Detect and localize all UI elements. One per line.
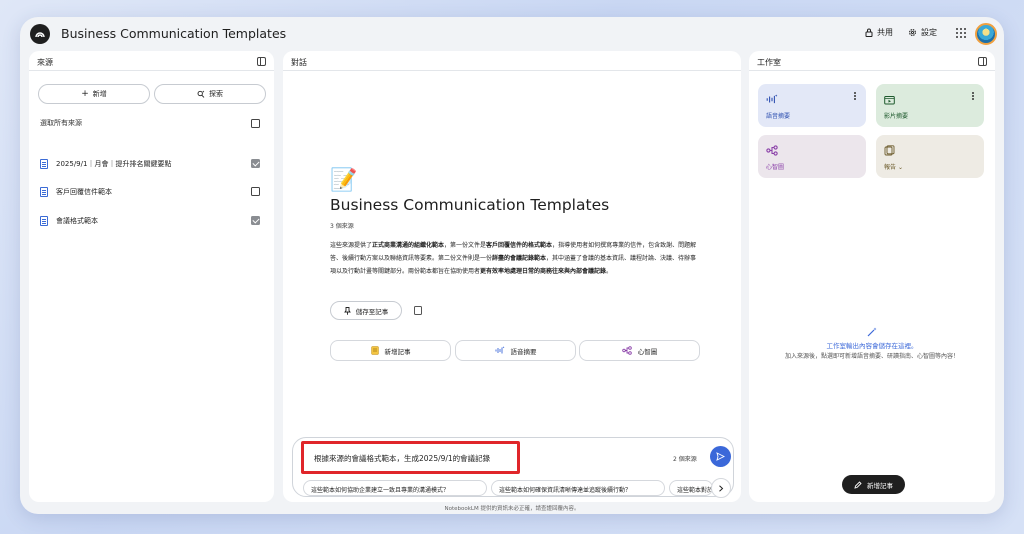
more-options-icon[interactable]	[854, 92, 856, 94]
notebook-summary: 這些來源提供了正式商業溝通的組織化範本，第一份文件是客戶回覆信件的格式範本，指導…	[330, 242, 697, 275]
chat-title: 對話	[291, 58, 307, 67]
source-label: 2025/9/1｜月會｜提升排名關鍵要點	[56, 160, 172, 168]
action-label: 語音摘要	[510, 347, 537, 356]
chat-input-box: 根據來源的會議格式範本，生成2025/9/1的會議記錄 2 個來源 這些範本如何…	[292, 437, 734, 498]
query-input[interactable]: 根據來源的會議格式範本，生成2025/9/1的會議記錄	[301, 441, 520, 474]
copy-icon[interactable]	[414, 306, 422, 315]
save-note-label: 儲存至記事	[355, 307, 389, 316]
source-count: 3 個來源	[330, 223, 354, 230]
next-suggestions-button[interactable]	[711, 478, 731, 498]
search-sparkle-icon	[197, 90, 205, 98]
document-icon	[40, 187, 48, 197]
discover-sources-button[interactable]: 探索	[154, 84, 266, 104]
source-checkbox[interactable]	[251, 216, 260, 225]
select-all-checkbox[interactable]	[251, 119, 260, 128]
notebook-heading: Business Communication Templates	[330, 196, 610, 214]
save-to-note-button[interactable]: 儲存至記事	[330, 301, 402, 320]
add-note-action-button[interactable]: 新增記事	[330, 340, 451, 361]
send-button[interactable]	[710, 446, 731, 467]
audio-wave-icon	[495, 346, 504, 354]
source-item[interactable]: 客戶回覆信件範本	[40, 186, 112, 198]
tile-label: 心智圖	[766, 164, 785, 171]
more-options-icon[interactable]	[972, 92, 974, 94]
top-bar: Business Communication Templates 共用 設定	[20, 17, 1004, 51]
source-label: 客戶回覆信件範本	[56, 188, 112, 196]
plus-icon: +	[81, 89, 89, 99]
document-icon	[40, 159, 48, 169]
share-button[interactable]: 共用	[865, 27, 893, 38]
audio-overview-tile[interactable]: 語音摘要	[758, 84, 866, 127]
settings-button[interactable]: 設定	[908, 27, 937, 38]
source-item[interactable]: 會議格式範本	[40, 215, 98, 227]
chat-panel: 對話 📝 Business Communication Templates 3 …	[283, 51, 741, 502]
magic-wand-icon	[867, 327, 877, 337]
notebook-title[interactable]: Business Communication Templates	[61, 26, 286, 41]
studio-panel: 工作室 語音摘要 影片摘要 心智圖 報告 ⌄ 工作室輸出內容會儲存在這裡。 加入…	[749, 51, 995, 502]
action-label: 心智圖	[637, 347, 658, 356]
apps-grid-icon[interactable]	[955, 27, 967, 39]
source-label: 會議格式範本	[56, 217, 98, 225]
source-checkbox[interactable]	[251, 159, 260, 168]
report-tile[interactable]: 報告 ⌄	[876, 135, 984, 178]
document-icon	[40, 216, 48, 226]
tile-label: 語音摘要	[766, 113, 791, 120]
add-source-button[interactable]: + 新增	[38, 84, 150, 104]
notebook-emoji: 📝	[330, 168, 358, 193]
sources-title: 來源	[37, 58, 53, 67]
pencil-icon	[854, 480, 862, 489]
chat-header: 對話	[283, 51, 741, 71]
sources-header: 來源	[29, 51, 274, 71]
notebooklm-logo-icon[interactable]	[30, 24, 50, 44]
studio-header: 工作室	[749, 51, 995, 71]
suggestion-chip[interactable]: 這些範本如何協助企業建立一致且專業的溝通模式？	[303, 480, 487, 496]
settings-label: 設定	[921, 28, 937, 37]
send-icon	[716, 452, 725, 461]
select-all-label: 選取所有來源	[40, 119, 82, 127]
collapse-panel-icon[interactable]	[978, 57, 987, 66]
mind-map-tile[interactable]: 心智圖	[758, 135, 866, 178]
collapse-panel-icon[interactable]	[257, 57, 266, 66]
source-checkbox[interactable]	[251, 187, 260, 196]
mind-map-action-button[interactable]: 心智圖	[579, 340, 700, 361]
audio-overview-action-button[interactable]: 語音摘要	[455, 340, 576, 361]
mind-map-icon	[622, 346, 632, 355]
avatar[interactable]	[975, 23, 997, 45]
audio-wave-icon	[766, 94, 778, 104]
footer-disclaimer: NotebookLM 提供的資訊未必正確，請查證回覆內容。	[444, 506, 580, 512]
lock-icon	[865, 28, 873, 37]
sources-panel: 來源 + 新增 探索 選取所有來源 2025/9/1｜月會｜提升排名關鍵要點 客…	[29, 51, 274, 502]
tile-label: 報告 ⌄	[884, 164, 903, 171]
selected-source-count: 2 個來源	[673, 456, 697, 463]
action-label: 新增記事	[384, 347, 411, 356]
tile-label: 影片摘要	[884, 113, 909, 120]
note-icon	[370, 346, 379, 355]
suggestion-chip[interactable]: 這些範本如何確保資訊清晰傳達並追蹤後續行動？	[491, 480, 665, 496]
add-note-label: 新增記事	[867, 481, 893, 490]
source-item[interactable]: 2025/9/1｜月會｜提升排名關鍵要點	[40, 158, 171, 170]
suggestion-chip[interactable]: 這些範本對於…	[669, 480, 713, 496]
share-label: 共用	[877, 28, 893, 37]
video-overview-tile[interactable]: 影片摘要	[876, 84, 984, 127]
studio-title: 工作室	[757, 58, 781, 67]
chevron-down-icon: ⌄	[897, 164, 903, 171]
add-note-button[interactable]: 新增記事	[842, 475, 905, 494]
app-window: Business Communication Templates 共用 設定 來…	[20, 17, 1004, 514]
report-icon	[884, 145, 895, 156]
chevron-right-icon	[719, 484, 724, 492]
studio-empty-body: 加入來源後，點選即可新增語音摘要、研讀指南、心智圖等內容！	[784, 353, 959, 360]
studio-empty-title: 工作室輸出內容會儲存在這裡。	[826, 342, 918, 350]
pin-icon	[343, 306, 351, 315]
mind-map-icon	[766, 145, 778, 156]
gear-icon	[909, 29, 916, 36]
discover-label: 探索	[209, 90, 223, 98]
add-source-label: 新增	[92, 90, 107, 98]
video-icon	[884, 96, 895, 105]
